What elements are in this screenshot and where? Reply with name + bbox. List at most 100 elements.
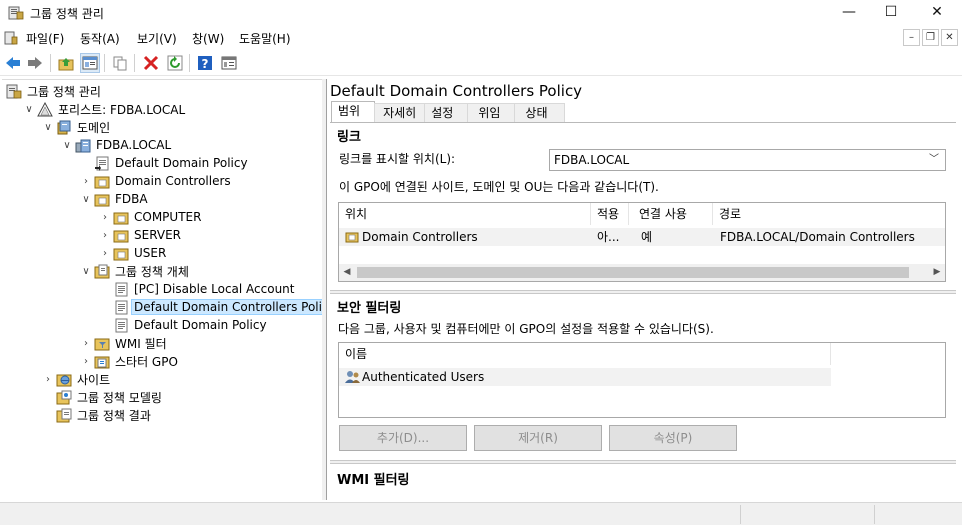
menu-file[interactable]: 파일(F) (26, 30, 64, 47)
section-splitter[interactable] (330, 460, 956, 464)
refresh-icon[interactable] (165, 53, 185, 73)
tree-item-label: 포리스트: FDBA.LOCAL (58, 102, 186, 117)
link-enabled-cell: 예 (641, 230, 653, 244)
tree-item-label: 그룹 정책 모델링 (77, 390, 162, 405)
remove-button[interactable]: 제거(R) (474, 425, 602, 451)
tree-item-label: Domain Controllers (115, 174, 231, 188)
mdi-restore-button[interactable]: ❐ (922, 29, 939, 46)
forest-icon (37, 101, 53, 117)
menu-window[interactable]: 창(W) (192, 30, 224, 47)
show-hide-tree-icon[interactable] (80, 53, 100, 73)
menu-view[interactable]: 보기(V) (137, 30, 177, 47)
properties-button[interactable]: 속성(P) (609, 425, 737, 451)
tab-scope[interactable]: 범위 (331, 101, 376, 123)
ou-icon (113, 246, 129, 261)
column-header-location[interactable]: 위치 (339, 203, 591, 225)
delete-icon[interactable] (141, 53, 161, 73)
scope-tab-pane: 링크 링크를 표시할 위치(L): FDBA.LOCAL ﹀ 이 GPO에 연결… (330, 122, 956, 497)
back-arrow-icon[interactable] (3, 53, 23, 73)
mdi-minimize-button[interactable]: – (903, 29, 920, 46)
chevron-right-icon[interactable]: › (42, 374, 54, 385)
console-tree[interactable]: 그룹 정책 관리 ∨ 포리스트: FDBA.LOCAL ∨ 도메인 ∨ FDBA.LOCAL… (2, 79, 339, 500)
tab-settings[interactable]: 설정 (424, 103, 469, 123)
tree-item-label: [PC] Disable Local Account (134, 282, 295, 296)
tree-item-label: FDBA (115, 192, 148, 206)
add-button[interactable]: 추가(D)... (339, 425, 467, 451)
console-menu-icon[interactable] (4, 31, 18, 45)
tree-item-label: SERVER (134, 228, 182, 242)
menu-help[interactable]: 도움말(H) (239, 30, 291, 47)
security-description: 다음 그룹, 사용자 및 컴퓨터에만 이 GPO의 설정을 적용할 수 있습니다… (338, 322, 714, 336)
tree-item-6[interactable]: ∨ FDBA (80, 190, 150, 208)
tree-item-10[interactable]: ∨ 그룹 정책 개체 (80, 262, 191, 280)
tree-item-0[interactable]: 그룹 정책 관리 (4, 82, 103, 100)
tree-item-18[interactable]: 그룹 정책 결과 (42, 406, 153, 424)
tree-item-14[interactable]: › WMI 필터 (80, 334, 169, 352)
tree-item-label: WMI 필터 (115, 336, 167, 351)
links-list[interactable]: 위치 적용 연결 사용 경로 Domain Controllers 아... 예… (338, 202, 946, 282)
tree-item-15[interactable]: › 스타터 GPO (80, 352, 180, 370)
tree-item-2[interactable]: ∨ 도메인 (42, 118, 112, 136)
tree-item-label: FDBA.LOCAL (96, 138, 172, 152)
links-horizontal-scrollbar[interactable]: ◀ ▶ (339, 264, 945, 281)
chevron-right-icon[interactable]: › (80, 356, 92, 367)
chevron-right-icon[interactable]: › (80, 338, 92, 349)
chevron-down-icon[interactable]: ∨ (80, 194, 92, 205)
tree-item-4[interactable]: Default Domain Policy (80, 154, 250, 172)
scroll-left-icon[interactable]: ◀ (339, 264, 355, 281)
domains-icon (56, 120, 72, 135)
up-folder-icon[interactable] (56, 53, 76, 73)
tree-item-9[interactable]: › USER (99, 244, 168, 262)
tree-item-label: 그룹 정책 개체 (115, 264, 189, 279)
links-description: 이 GPO에 연결된 사이트, 도메인 및 OU는 다음과 같습니다(T). (339, 180, 659, 194)
tree-item-11[interactable]: [PC] Disable Local Account (99, 280, 297, 298)
tree-item-7[interactable]: › COMPUTER (99, 208, 203, 226)
tab-delegation[interactable]: 위임 (467, 103, 516, 123)
tree-item-label: COMPUTER (134, 210, 202, 224)
forward-arrow-icon[interactable] (25, 53, 45, 73)
copy-icon[interactable] (110, 53, 130, 73)
tree-item-1[interactable]: ∨ 포리스트: FDBA.LOCAL (23, 100, 187, 118)
column-header-enforced[interactable]: 적용 (591, 203, 629, 225)
tree-item-13[interactable]: Default Domain Policy (99, 316, 269, 334)
scroll-thumb[interactable] (357, 267, 909, 278)
security-list[interactable]: 이름 Authenticated Users (338, 342, 946, 418)
minimize-button[interactable]: — (826, 0, 872, 24)
section-splitter[interactable] (330, 290, 956, 294)
mdi-close-button[interactable]: ✕ (941, 29, 958, 46)
sites-icon (56, 372, 72, 387)
gpo-container-icon (94, 264, 110, 279)
chevron-down-icon[interactable]: ∨ (23, 104, 35, 115)
column-header-enabled[interactable]: 연결 사용 (633, 203, 713, 225)
title-bar: 그룹 정책 관리 — ☐ ✕ (0, 0, 962, 26)
close-button[interactable]: ✕ (914, 0, 960, 24)
tree-item-label: 그룹 정책 관리 (27, 84, 101, 99)
maximize-button[interactable]: ☐ (868, 0, 914, 24)
chevron-right-icon[interactable]: › (80, 176, 92, 187)
chevron-right-icon[interactable]: › (99, 212, 111, 223)
tree-item-16[interactable]: › 사이트 (42, 370, 112, 388)
tree-item-8[interactable]: › SERVER (99, 226, 183, 244)
properties-icon[interactable] (219, 53, 239, 73)
link-location-label: 링크를 표시할 위치(L): (339, 152, 456, 166)
link-location-dropdown[interactable]: FDBA.LOCAL ﹀ (549, 149, 946, 171)
tree-item-5[interactable]: › Domain Controllers (80, 172, 233, 190)
menu-action[interactable]: 동작(A) (80, 30, 120, 47)
scroll-right-icon[interactable]: ▶ (929, 264, 945, 281)
tree-item-12[interactable]: Default Domain Controllers Policy (99, 298, 339, 316)
chevron-down-icon[interactable]: ∨ (42, 122, 54, 133)
chevron-right-icon[interactable]: › (99, 248, 111, 259)
help-icon[interactable]: ? (195, 53, 215, 73)
tab-details[interactable]: 자세히 (374, 103, 426, 123)
chevron-right-icon[interactable]: › (99, 230, 111, 241)
chevron-down-icon[interactable]: ∨ (80, 266, 92, 277)
column-header-path[interactable]: 경로 (713, 203, 945, 225)
tab-status[interactable]: 상태 (514, 103, 565, 123)
results-icon (56, 408, 72, 423)
chevron-down-icon[interactable]: ∨ (61, 140, 73, 151)
tree-item-label: 사이트 (77, 372, 111, 387)
column-header-name[interactable]: 이름 (339, 343, 831, 365)
tree-item-17[interactable]: 그룹 정책 모델링 (42, 388, 164, 406)
status-segment (874, 505, 960, 524)
tree-item-3[interactable]: ∨ FDBA.LOCAL (61, 136, 173, 154)
